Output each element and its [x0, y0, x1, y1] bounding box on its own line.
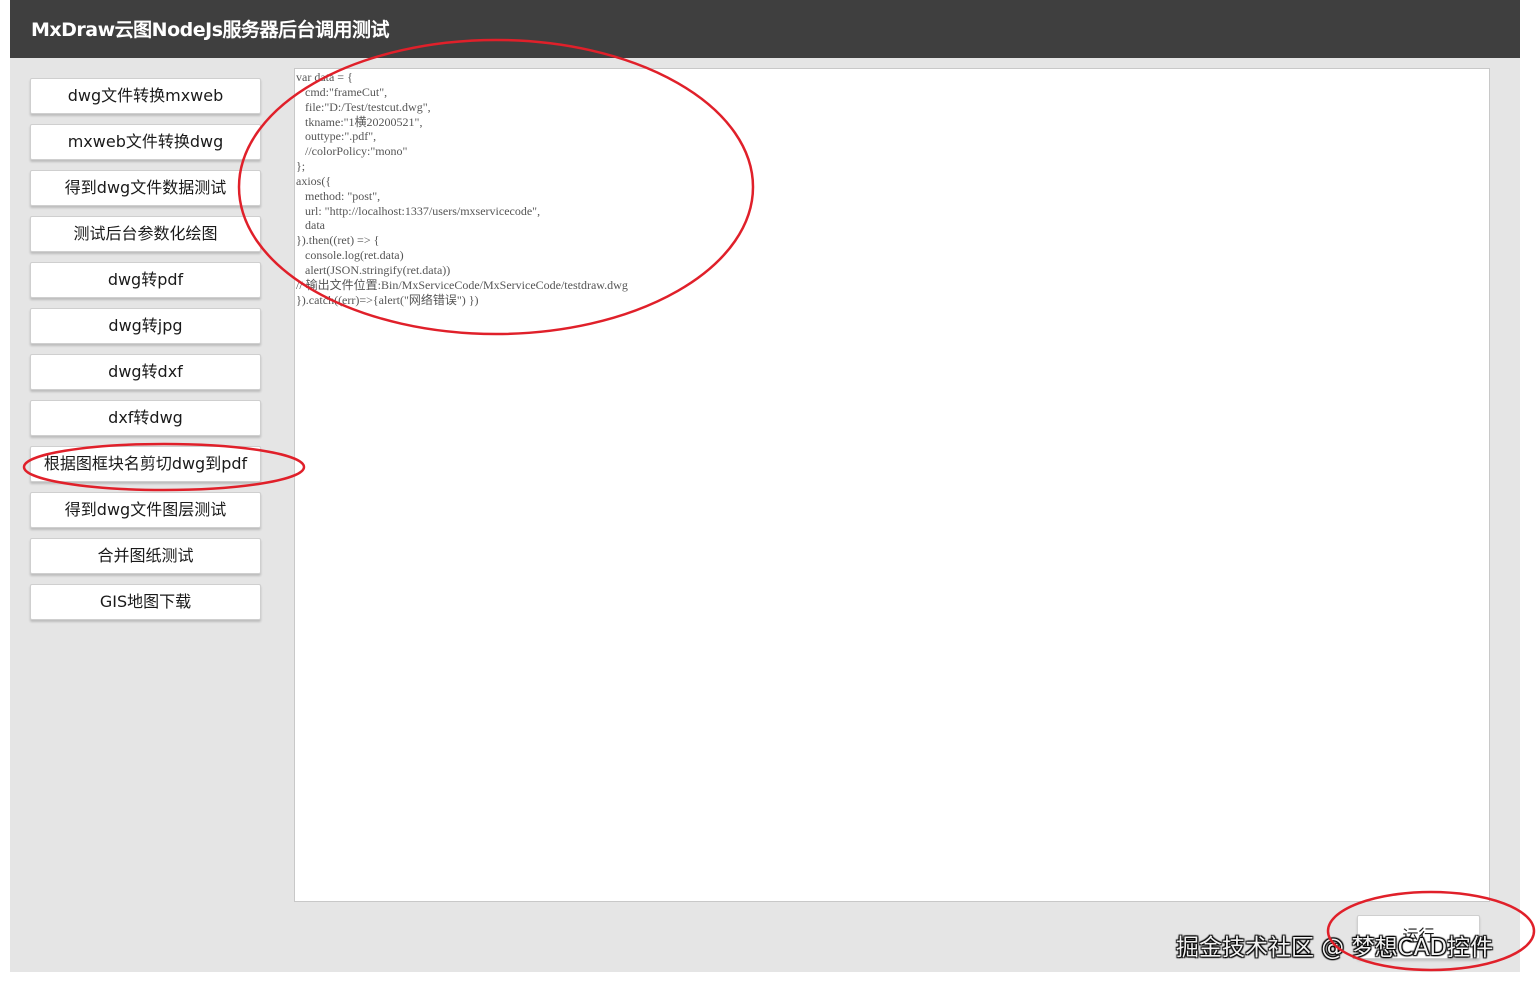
- get-dwg-data-button[interactable]: 得到dwg文件数据测试: [30, 170, 261, 206]
- header-bar: MxDraw云图NodeJs服务器后台调用测试: [10, 0, 1520, 58]
- dxf-to-dwg-button[interactable]: dxf转dwg: [30, 400, 261, 436]
- watermark: 掘金技术社区 @ 梦想CAD控件: [1176, 935, 1494, 961]
- dwg-to-jpg-button[interactable]: dwg转jpg: [30, 308, 261, 344]
- dwg-to-mxweb-button[interactable]: dwg文件转换mxweb: [30, 78, 261, 114]
- merge-drawings-button[interactable]: 合并图纸测试: [30, 538, 261, 574]
- dwg-to-dxf-button[interactable]: dwg转dxf: [30, 354, 261, 390]
- mxweb-to-dwg-button[interactable]: mxweb文件转换dwg: [30, 124, 261, 160]
- page-title: MxDraw云图NodeJs服务器后台调用测试: [31, 19, 390, 41]
- gis-map-download-button[interactable]: GIS地图下载: [30, 584, 261, 620]
- frame-cut-pdf-button[interactable]: 根据图框块名剪切dwg到pdf: [30, 446, 261, 482]
- parametric-drawing-button[interactable]: 测试后台参数化绘图: [30, 216, 261, 252]
- code-editor[interactable]: var data = { cmd:"frameCut", file:"D:/Te…: [294, 68, 1490, 902]
- get-dwg-layers-button[interactable]: 得到dwg文件图层测试: [30, 492, 261, 528]
- sidebar: dwg文件转换mxweb mxweb文件转换dwg 得到dwg文件数据测试 测试…: [10, 66, 284, 972]
- dwg-to-pdf-button[interactable]: dwg转pdf: [30, 262, 261, 298]
- code-text: var data = { cmd:"frameCut", file:"D:/Te…: [296, 70, 628, 307]
